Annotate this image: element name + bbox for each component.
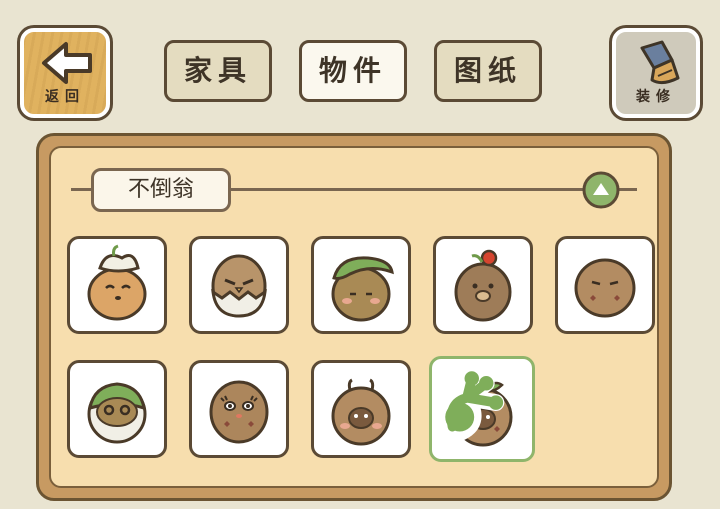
collapse-button[interactable]: [581, 170, 621, 210]
daruma-berry-icon: [454, 249, 512, 322]
daruma-big-leaf-icon: [331, 256, 394, 322]
tab-blueprints[interactable]: 图纸: [434, 40, 542, 102]
arrow-left-icon: [42, 42, 92, 84]
daruma-leaf-hat-icon: [87, 244, 147, 321]
item-daruma-leaf-hat[interactable]: [67, 236, 167, 334]
category-label: 不倒翁: [91, 168, 231, 212]
daruma-lashes-icon: [209, 380, 269, 444]
daruma-turnip-icon: [87, 382, 147, 444]
item-daruma-big-leaf[interactable]: [311, 236, 411, 334]
back-button[interactable]: 返回: [20, 28, 110, 118]
frog-paw-icon: [443, 370, 505, 446]
tab-items[interactable]: 物件: [299, 40, 407, 102]
decorate-label: 装修: [636, 89, 676, 105]
daruma-plain-icon: [574, 258, 636, 318]
back-label: 返回: [45, 89, 85, 105]
decorate-button[interactable]: 装修: [612, 28, 700, 118]
daruma-antenna-icon: [331, 378, 391, 446]
paint-brush-icon: [640, 40, 680, 85]
daruma-eggshell-icon: [211, 254, 267, 318]
item-daruma-turnip[interactable]: [67, 360, 167, 458]
inventory-panel-inner: 不倒翁: [49, 146, 659, 488]
tab-furniture[interactable]: 家具: [164, 40, 272, 102]
item-daruma-lashes[interactable]: [189, 360, 289, 458]
item-daruma-eggshell[interactable]: [189, 236, 289, 334]
inventory-panel: 不倒翁: [36, 133, 672, 501]
item-daruma-antenna[interactable]: [311, 360, 411, 458]
item-daruma-berry[interactable]: [433, 236, 533, 334]
item-daruma-plain[interactable]: [555, 236, 655, 334]
item-daruma-sprout[interactable]: [429, 356, 535, 462]
